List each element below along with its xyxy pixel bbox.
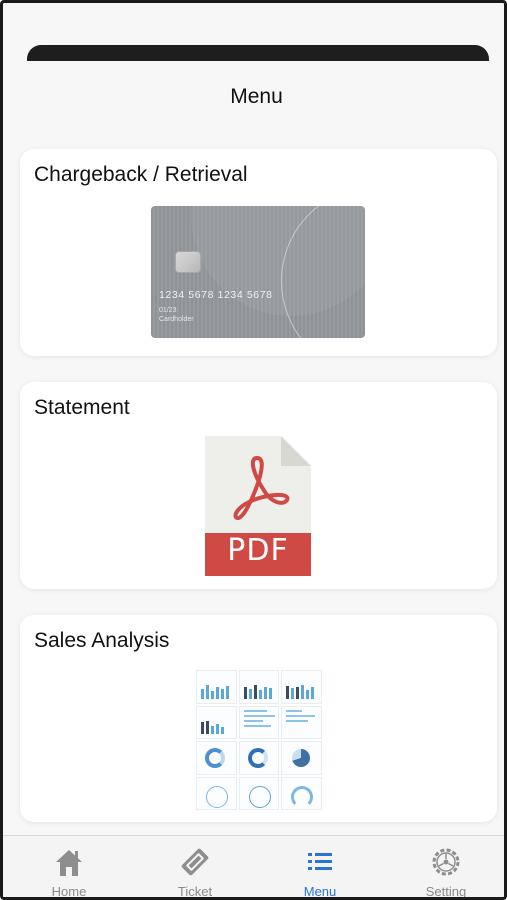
- gear-icon: [430, 846, 462, 878]
- list-icon: [304, 846, 336, 878]
- tab-label: Home: [51, 884, 87, 899]
- top-banner-edge: [27, 45, 489, 61]
- pdf-badge: PDF: [227, 533, 289, 568]
- sales-dashboard-thumbnail: [196, 670, 322, 810]
- card-expiry: 01/23: [159, 307, 177, 314]
- tab-label: Ticket: [177, 884, 213, 899]
- tab-ticket[interactable]: Ticket: [132, 836, 258, 899]
- card-number: 1234 5678 1234 5678: [159, 289, 273, 301]
- tab-setting[interactable]: Setting: [383, 836, 504, 899]
- tab-label: Menu: [303, 884, 337, 899]
- pdf-file-icon: PDF: [205, 436, 311, 576]
- bottom-tab-bar: Home Ticket Menu Setting: [3, 835, 504, 899]
- credit-card-image: 1234 5678 1234 5678 01/23 Cardholder: [151, 206, 365, 338]
- tab-menu[interactable]: Menu: [257, 836, 383, 899]
- chargeback-retrieval-card[interactable]: Chargeback / Retrieval 1234 5678 1234 56…: [20, 149, 497, 356]
- ticket-icon: [179, 846, 211, 878]
- tab-home[interactable]: Home: [6, 836, 132, 899]
- chip-icon: [175, 251, 201, 273]
- app-screen: Menu Chargeback / Retrieval 1234 5678 12…: [0, 0, 507, 900]
- card-title: Sales Analysis: [34, 629, 170, 652]
- statement-card[interactable]: Statement PDF: [20, 382, 497, 589]
- home-icon: [53, 846, 85, 878]
- cardholder-label: Cardholder: [159, 316, 194, 323]
- card-title: Chargeback / Retrieval: [34, 163, 248, 186]
- card-title: Statement: [34, 396, 130, 419]
- page-title: Menu: [230, 85, 283, 108]
- sales-analysis-card[interactable]: Sales Analysis: [20, 615, 497, 822]
- tab-label: Setting: [425, 884, 467, 899]
